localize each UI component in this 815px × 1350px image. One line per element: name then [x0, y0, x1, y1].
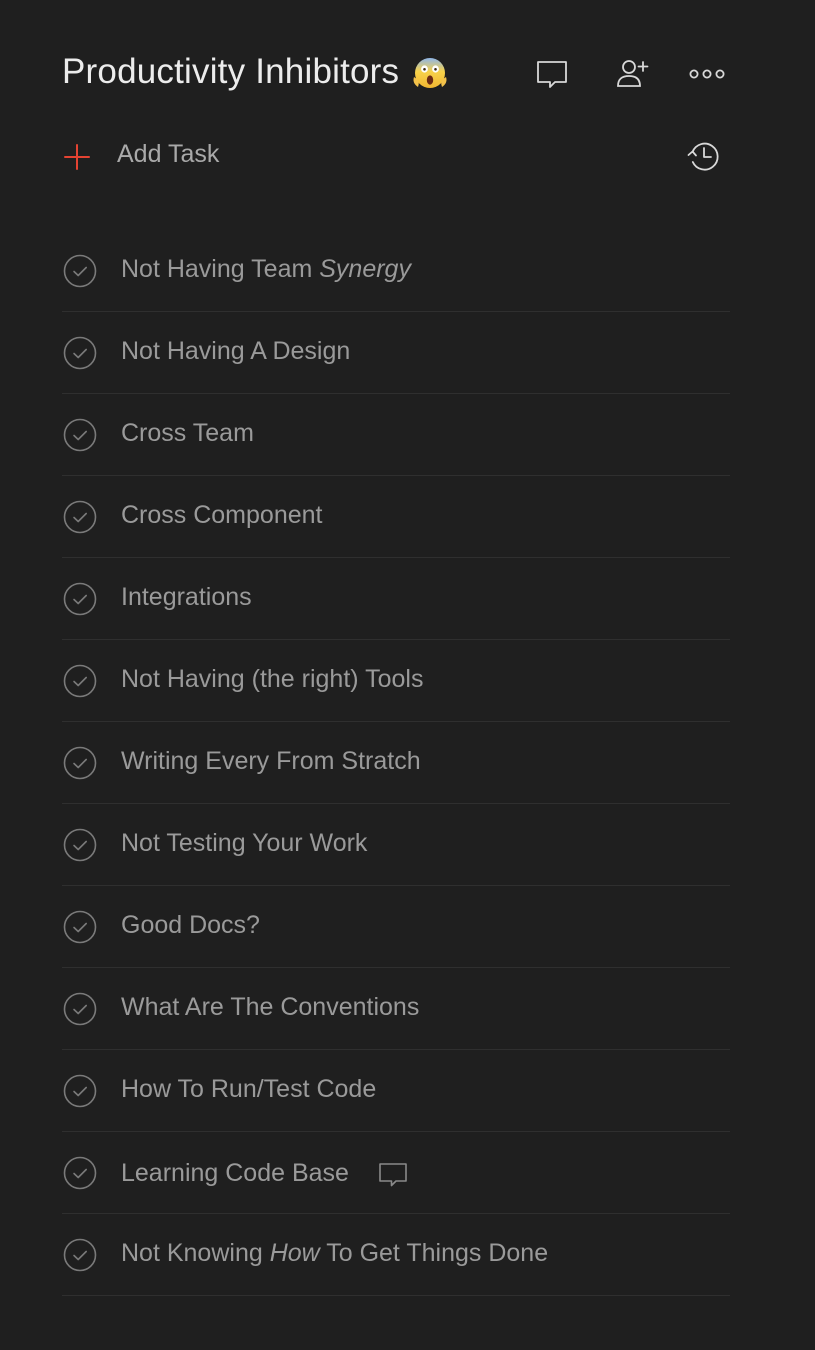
task-text: Not Testing Your Work — [121, 829, 368, 857]
complete-checkbox-icon[interactable] — [63, 910, 97, 944]
scream-emoji-icon — [411, 53, 449, 91]
plus-icon — [62, 142, 92, 172]
complete-checkbox-icon[interactable] — [63, 1156, 97, 1190]
complete-checkbox-icon[interactable] — [63, 992, 97, 1026]
complete-checkbox-icon[interactable] — [63, 418, 97, 452]
add-person-icon[interactable] — [614, 56, 650, 92]
task-row[interactable]: Cross Component — [62, 476, 730, 558]
task-text: Not Having (the right) Tools — [121, 665, 424, 693]
add-task-label: Add Task — [117, 140, 220, 168]
task-row[interactable]: How To Run/Test Code — [62, 1050, 730, 1132]
more-icon[interactable] — [688, 56, 728, 92]
task-label[interactable]: What Are The Conventions — [121, 993, 419, 1022]
complete-checkbox-icon[interactable] — [63, 828, 97, 862]
task-row[interactable]: Learning Code Base — [62, 1132, 730, 1214]
comment-icon[interactable] — [534, 56, 570, 92]
complete-checkbox-icon[interactable] — [63, 582, 97, 616]
task-text: Not Having A Design — [121, 337, 351, 365]
task-text: Writing Every From Stratch — [121, 747, 421, 775]
task-label[interactable]: Integrations — [121, 583, 252, 612]
task-row[interactable]: Cross Team — [62, 394, 730, 476]
complete-checkbox-icon[interactable] — [63, 254, 97, 288]
task-row[interactable]: What Are The Conventions — [62, 968, 730, 1050]
task-row[interactable]: Good Docs? — [62, 886, 730, 968]
task-row[interactable]: Not Knowing How To Get Things Done — [62, 1214, 730, 1296]
task-text: Learning Code Base — [121, 1158, 349, 1187]
complete-checkbox-icon[interactable] — [63, 664, 97, 698]
task-text: Integrations — [121, 583, 252, 611]
task-text-emphasis: Synergy — [319, 255, 411, 283]
complete-checkbox-icon[interactable] — [63, 1238, 97, 1272]
task-label[interactable]: Not Having (the right) Tools — [121, 665, 423, 694]
task-label[interactable]: How To Run/Test Code — [121, 1075, 376, 1104]
page-title: Productivity Inhibitors — [62, 52, 449, 92]
task-label[interactable]: Cross Component — [121, 501, 322, 530]
task-label[interactable]: Good Docs? — [121, 911, 260, 940]
task-text: Not Having Team — [121, 255, 320, 283]
task-label[interactable]: Cross Team — [121, 419, 254, 448]
task-text: Not Knowing — [121, 1239, 270, 1267]
task-row[interactable]: Integrations — [62, 558, 730, 640]
task-label[interactable]: Not Having A Design — [121, 337, 350, 366]
project-title: Productivity Inhibitors — [62, 52, 400, 91]
task-text: What Are The Conventions — [121, 993, 420, 1021]
complete-checkbox-icon[interactable] — [63, 746, 97, 780]
task-text: Good Docs? — [121, 911, 260, 939]
task-text: Cross Component — [121, 501, 323, 529]
task-label[interactable]: Not Testing Your Work — [121, 829, 367, 858]
task-label[interactable]: Not Having Team Synergy — [121, 255, 411, 284]
task-label[interactable]: Not Knowing How To Get Things Done — [121, 1239, 548, 1268]
task-text-emphasis: How — [269, 1239, 320, 1267]
task-row[interactable]: Not Having A Design — [62, 312, 730, 394]
task-list: Not Having Team Synergy Not Having A Desi… — [62, 230, 730, 1296]
add-task-button[interactable]: Add Task — [62, 134, 730, 178]
complete-checkbox-icon[interactable] — [63, 336, 97, 370]
complete-checkbox-icon[interactable] — [63, 500, 97, 534]
task-row[interactable]: Not Having Team Synergy — [62, 230, 730, 312]
complete-checkbox-icon[interactable] — [63, 1074, 97, 1108]
task-row[interactable]: Not Testing Your Work — [62, 804, 730, 886]
task-row[interactable]: Writing Every From Stratch — [62, 722, 730, 804]
history-icon[interactable] — [684, 136, 724, 176]
task-text: How To Run/Test Code — [121, 1075, 377, 1103]
comment-icon[interactable] — [377, 1159, 409, 1191]
project-header: Productivity Inhibitors — [62, 48, 730, 98]
task-label[interactable]: Writing Every From Stratch — [121, 747, 421, 776]
task-text: To Get Things Done — [319, 1239, 549, 1267]
task-text: Cross Team — [121, 419, 254, 447]
task-label[interactable]: Learning Code Base — [121, 1157, 409, 1189]
task-row[interactable]: Not Having (the right) Tools — [62, 640, 730, 722]
